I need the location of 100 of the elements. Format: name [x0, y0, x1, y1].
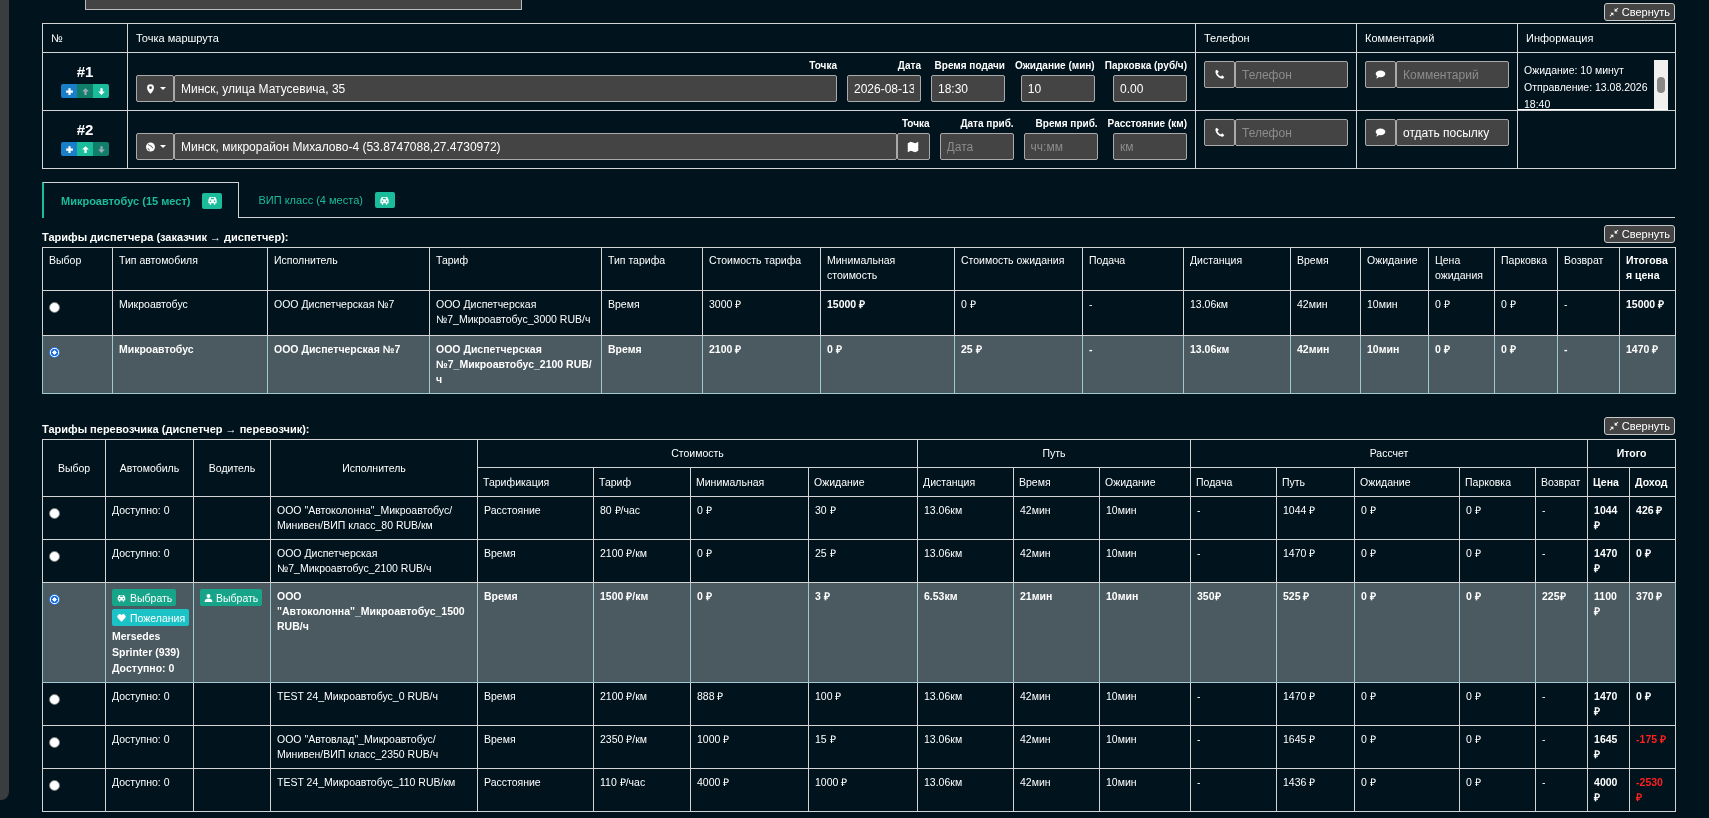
column-header: Тип автомобиля	[112, 247, 268, 291]
car-icon	[374, 192, 395, 208]
table-cell: Время	[477, 582, 594, 683]
radio-button[interactable]	[49, 347, 60, 358]
collapse-button[interactable]: Свернуть	[1603, 225, 1675, 243]
table-cell: 10мин	[1099, 682, 1191, 726]
radio-button[interactable]	[49, 302, 60, 313]
table-cell: Расстояние	[477, 768, 594, 812]
vehicle-tab[interactable]: Микроавтобус (15 мест)	[42, 182, 240, 218]
table-cell: 4000 ₽	[1587, 768, 1630, 812]
table-cell: 0 ₽	[1354, 682, 1460, 726]
table-cell: -	[1190, 768, 1277, 812]
vehicle-name: Mersedes Sprinter (939)	[112, 629, 181, 660]
column-header: №	[42, 23, 128, 53]
column-header: Доход	[1629, 467, 1676, 497]
arrow-down-icon	[96, 86, 106, 96]
table-cell: Время	[601, 290, 703, 336]
input-field[interactable]: Дата	[939, 133, 1014, 160]
collapse-button[interactable]: Свернуть	[1603, 417, 1675, 435]
table-cell: 0 ₽	[1459, 725, 1536, 769]
column-header: Парковка	[1494, 247, 1558, 291]
table-cell: Доступно: 0	[105, 539, 194, 583]
table-cell: 0 ₽	[1354, 496, 1460, 540]
column-header: Время	[1290, 247, 1361, 291]
collapse-button[interactable]: Свернуть	[1603, 3, 1675, 21]
column-header: Тип тарифа	[601, 247, 703, 291]
table-cell: 1470 ₽	[1276, 539, 1355, 583]
input-field[interactable]: 10	[1020, 75, 1095, 102]
table-cell: 1470 ₽	[1587, 682, 1630, 726]
table-cell: Микроавтобус	[112, 335, 268, 394]
table-cell: 10мин	[1360, 290, 1429, 336]
vehicle-tab[interactable]: ВИП класс (4 места)	[239, 182, 414, 217]
column-header: Выбор	[42, 439, 106, 497]
scrollbar[interactable]	[1654, 60, 1668, 109]
pin-icon	[144, 82, 156, 95]
column-header: Возврат	[1535, 467, 1588, 497]
table-cell: 13.06км	[1183, 335, 1291, 394]
move-up-button[interactable]	[77, 142, 93, 157]
add-point-button[interactable]	[61, 142, 77, 157]
radio-button[interactable]	[49, 551, 60, 562]
table-cell: Расстояние	[477, 496, 594, 540]
table-cell: 0 ₽	[1629, 539, 1676, 583]
table-cell: 0 ₽	[1354, 725, 1460, 769]
point-number: #1	[75, 63, 95, 82]
input-field[interactable]: чч:мм	[1023, 133, 1098, 160]
table-cell: 0 ₽	[690, 496, 809, 540]
table-cell: 13.06км	[917, 768, 1014, 812]
table-cell: 6.53км	[917, 582, 1014, 683]
column-header: Водитель	[193, 439, 271, 497]
radio-button[interactable]	[49, 694, 60, 706]
table-cell: Доступно: 0	[105, 496, 194, 540]
table-cell: ООО "Автоколонна"_Микроавтобус/Минивен/ВИП класс_80 RUB/км	[270, 496, 478, 540]
column-header: Исполнитель	[267, 247, 430, 291]
globe-icon	[144, 140, 156, 153]
input-field[interactable]: 2026-08-13	[847, 75, 921, 102]
table-cell: 10мин	[1099, 725, 1191, 769]
address-field[interactable]: Минск, микрорайон Михалово-4 (53.8747088,27.4730972)	[174, 133, 897, 160]
address-field[interactable]: Минск, улица Матусевича, 35	[174, 75, 837, 102]
table-cell: 426 ₽	[1629, 496, 1676, 540]
phone-icon	[1214, 127, 1225, 138]
radio-button[interactable]	[49, 737, 60, 749]
table-cell: -	[1557, 335, 1620, 394]
map-button[interactable]	[896, 133, 930, 160]
location-dropdown[interactable]	[136, 133, 174, 160]
point-number: #2	[75, 121, 95, 140]
table-cell: 2100 ₽/км	[593, 682, 691, 726]
column-header: Цена	[1587, 467, 1630, 497]
table-cell: 10мин	[1099, 582, 1191, 683]
input-field[interactable]: 0.00	[1113, 75, 1187, 102]
table-cell: 0 ₽	[1354, 539, 1460, 583]
table-cell: -	[1535, 725, 1588, 769]
table-cell: 0 ₽	[1459, 582, 1536, 683]
comment-field[interactable]: Комментарий	[1396, 61, 1509, 88]
table-cell: Время	[477, 725, 594, 769]
comment-field[interactable]: отдать посылку	[1396, 119, 1509, 146]
column-header: Путь	[1276, 467, 1355, 497]
radio-button[interactable]	[49, 508, 60, 519]
radio-button[interactable]	[49, 594, 60, 605]
comment-icon	[1375, 127, 1386, 138]
table-cell: 3000 ₽	[702, 290, 821, 336]
input-field[interactable]: 18:30	[931, 75, 1005, 102]
phone-field[interactable]: Телефон	[1235, 119, 1348, 146]
table-cell: 1645 ₽	[1276, 725, 1355, 769]
table-cell: Время	[601, 335, 703, 394]
table-cell: 13.06км	[917, 682, 1014, 726]
input-field[interactable]: км	[1113, 133, 1187, 160]
phone-icon	[1214, 69, 1225, 80]
table-cell: -	[1190, 496, 1277, 540]
route-select[interactable]	[85, 0, 522, 10]
field-label: Парковка (руб/ч)	[1104, 59, 1187, 73]
plus-icon	[64, 144, 74, 154]
table-cell: -	[1190, 682, 1277, 726]
move-down-button[interactable]	[93, 84, 109, 99]
radio-button[interactable]	[49, 780, 60, 792]
table-cell: 15000 ₽	[1619, 290, 1676, 336]
location-dropdown[interactable]	[136, 75, 174, 102]
add-point-button[interactable]	[61, 84, 77, 99]
field-label: Время подачи	[934, 59, 1005, 73]
table-cell: 10мин	[1099, 496, 1191, 540]
phone-field[interactable]: Телефон	[1235, 61, 1348, 88]
